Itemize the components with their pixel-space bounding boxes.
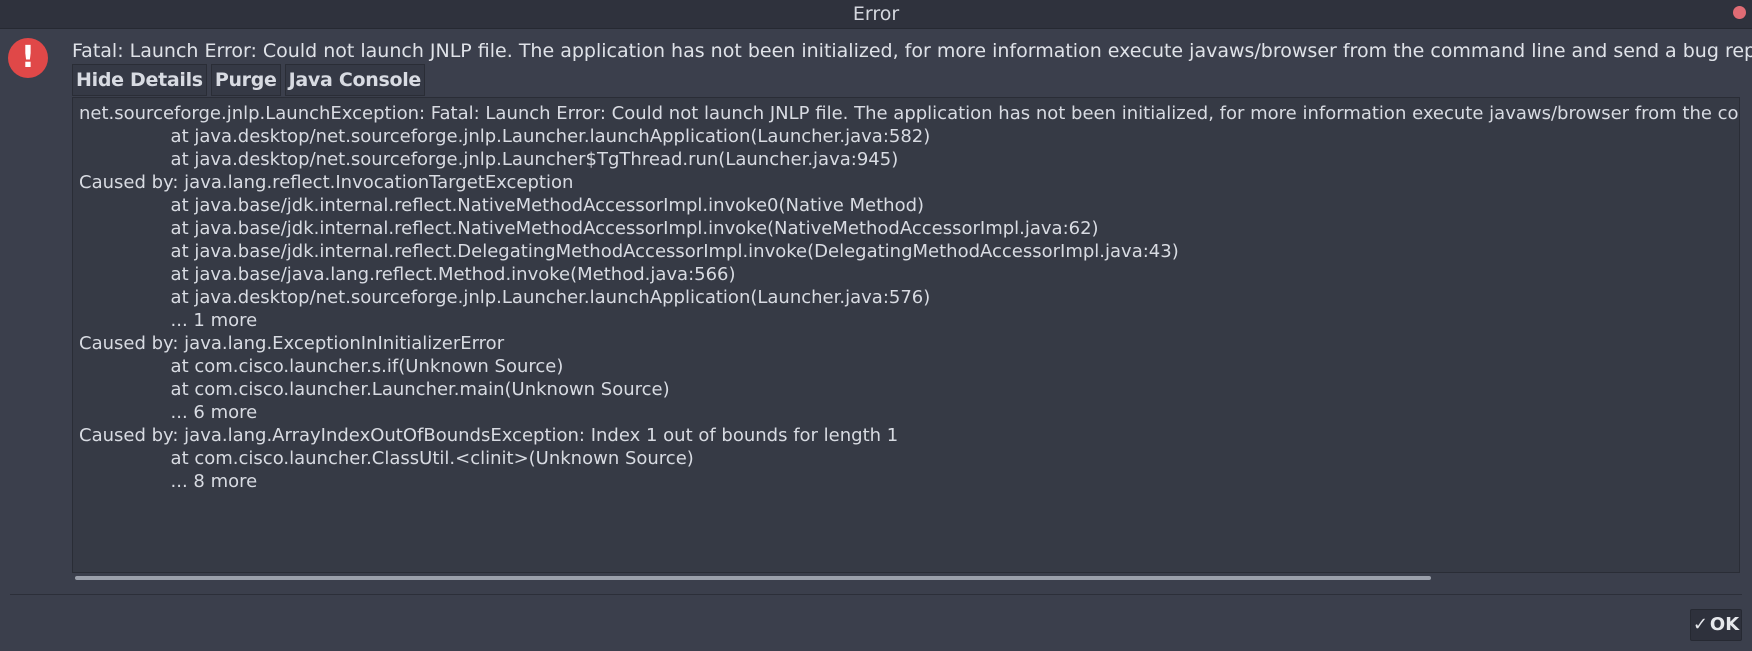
stack-trace-panel[interactable]: net.sourceforge.jnlp.LaunchException: Fa… [72, 97, 1740, 573]
stack-trace-text: net.sourceforge.jnlp.LaunchException: Fa… [79, 103, 1739, 492]
error-icon: ! [8, 38, 48, 78]
window-title: Error [852, 3, 900, 25]
close-window-icon[interactable] [1733, 6, 1746, 19]
window-titlebar: Error [0, 0, 1752, 29]
purge-button[interactable]: Purge [210, 64, 281, 96]
ok-button-label: OK [1709, 614, 1740, 635]
detail-button-bar: Hide Details Purge Java Console [72, 64, 426, 96]
hide-details-button[interactable]: Hide Details [72, 64, 207, 96]
ok-button[interactable]: ✓ OK [1690, 609, 1742, 641]
divider [10, 594, 1742, 595]
error-message: Fatal: Launch Error: Could not launch JN… [72, 40, 1752, 62]
java-console-button[interactable]: Java Console [284, 64, 426, 96]
horizontal-scrollbar[interactable] [72, 575, 1738, 581]
scrollbar-thumb[interactable] [75, 576, 1431, 580]
check-icon: ✓ [1692, 614, 1708, 635]
